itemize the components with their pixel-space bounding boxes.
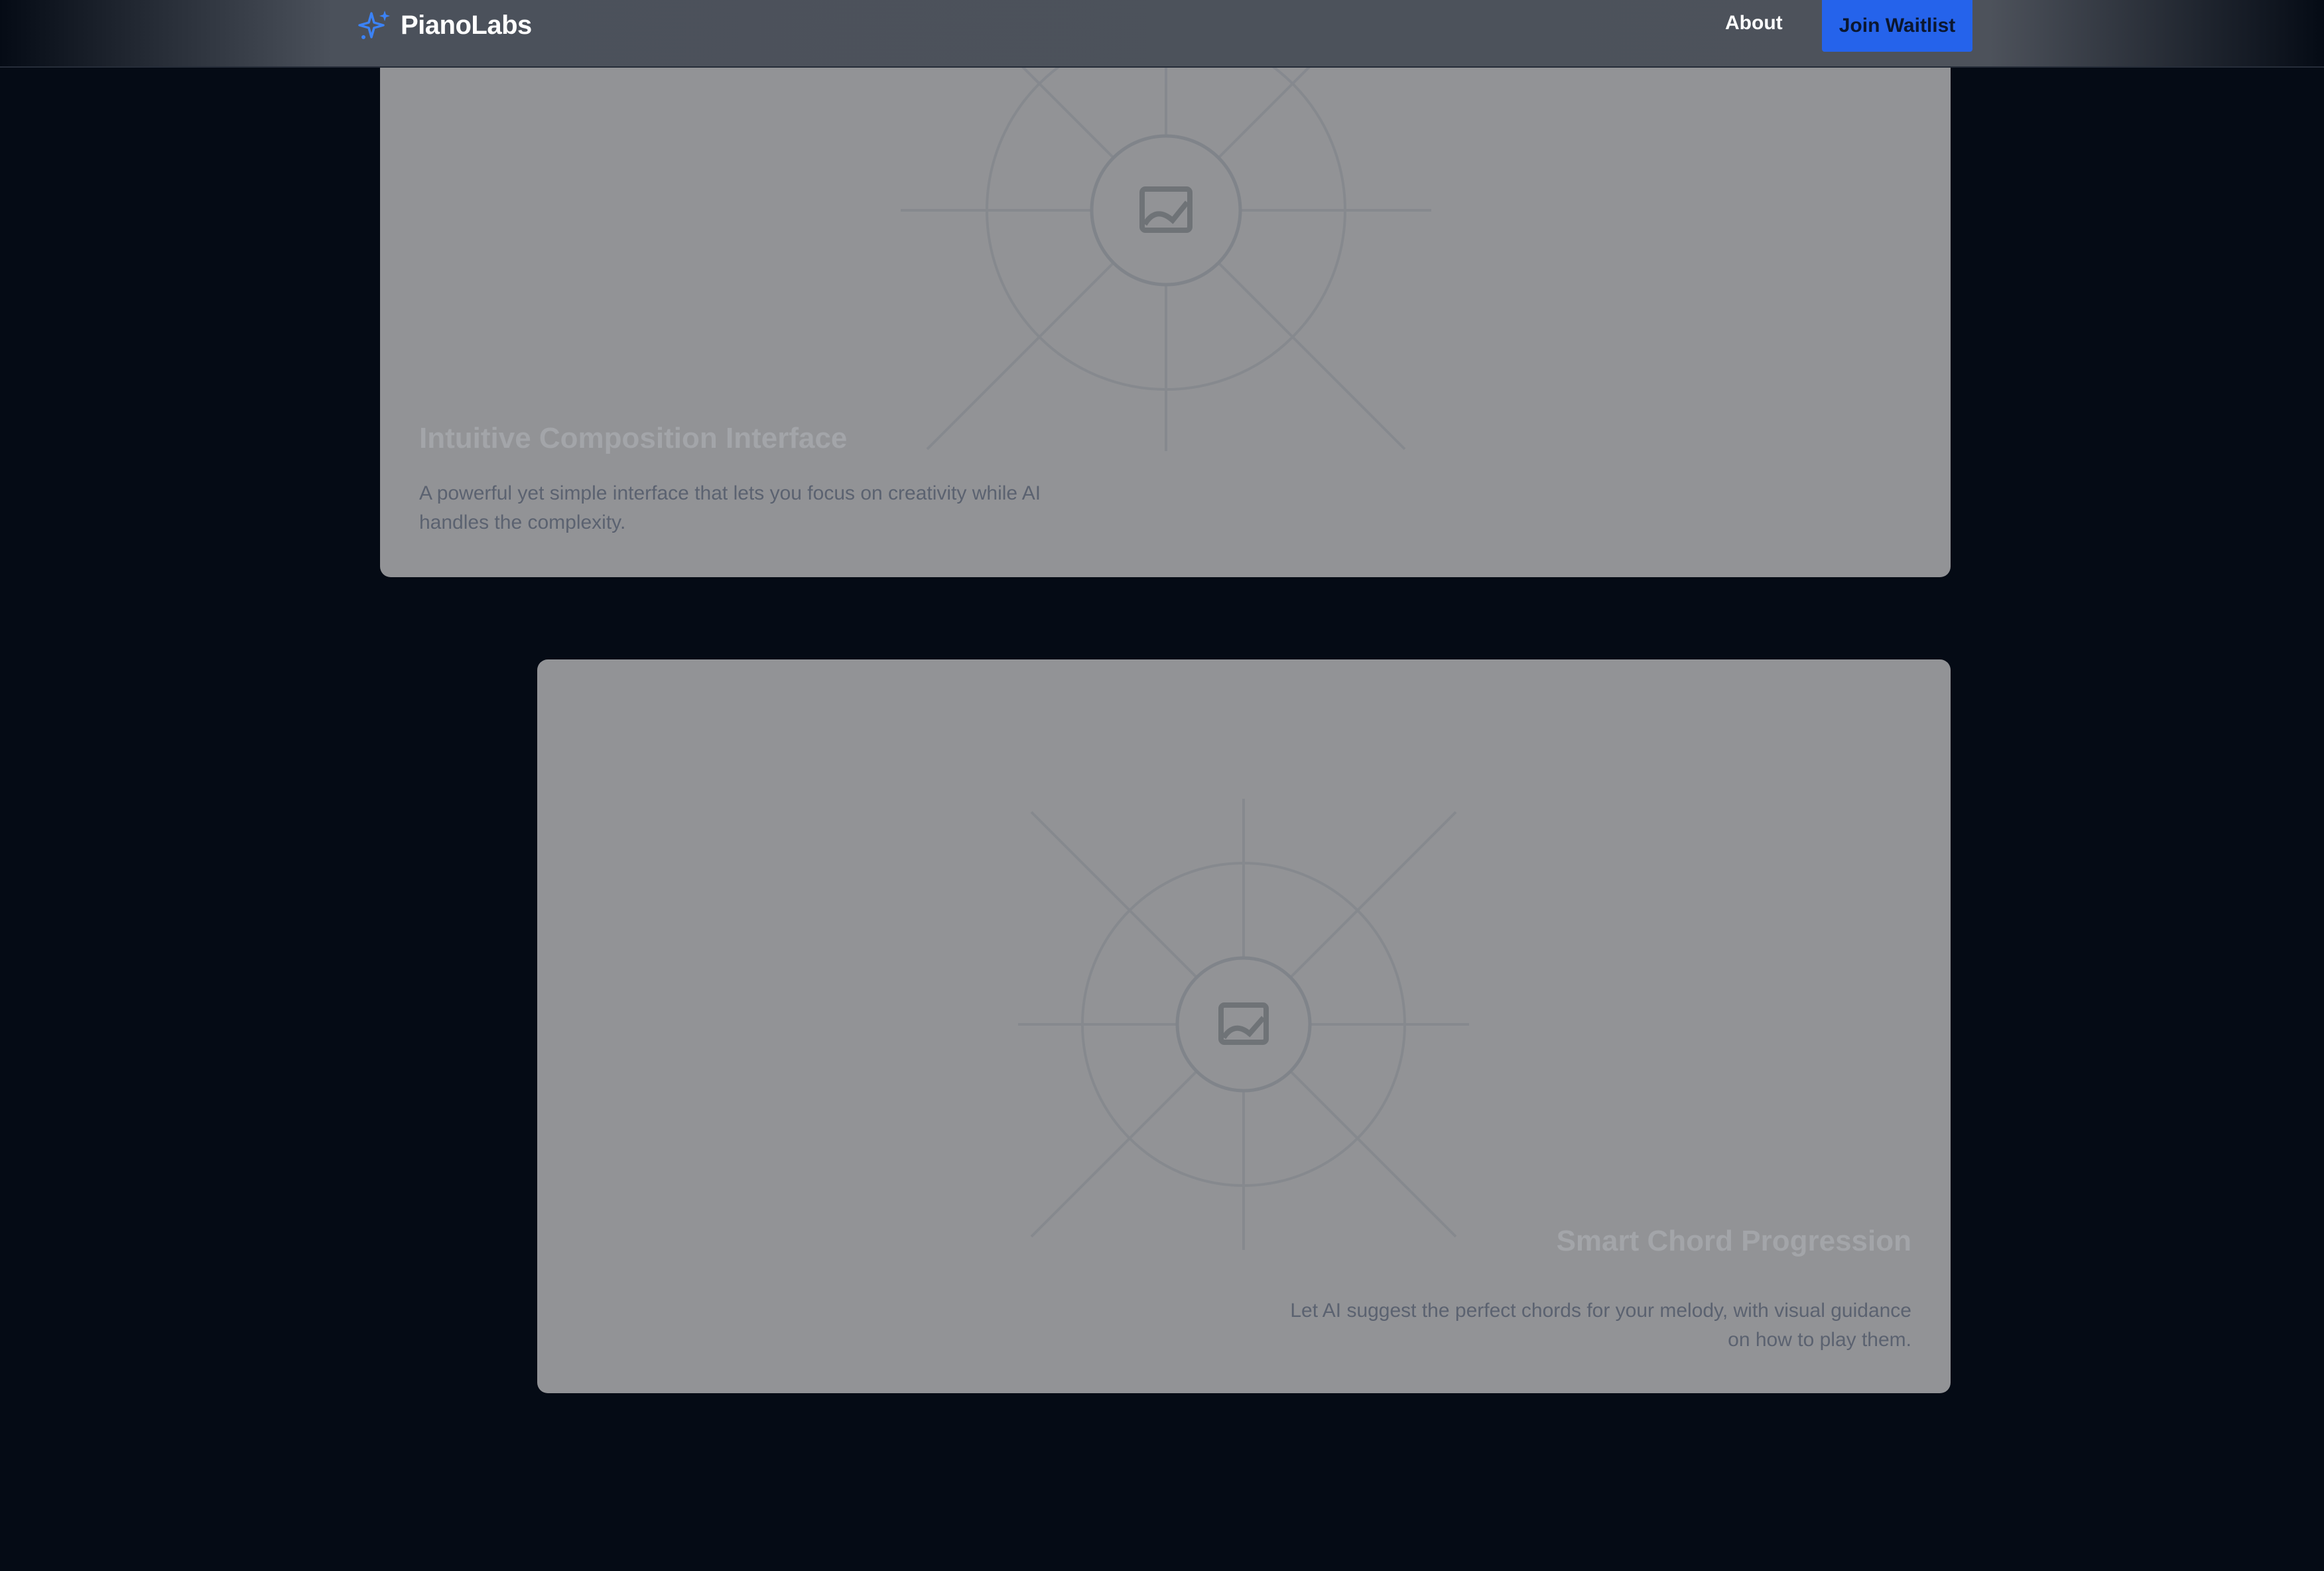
feature-card-composition: Intuitive Composition Interface A powerf… [380, 27, 1951, 577]
top-navbar: PianoLabs About Join Waitlist [0, 0, 2324, 68]
feature-image-placeholder [978, 759, 1509, 1290]
feature-title: Smart Chord Progression [1556, 1225, 1911, 1257]
brand-name: PianoLabs [401, 10, 532, 40]
join-waitlist-button[interactable]: Join Waitlist [1822, 0, 1972, 52]
feature-description: Let AI suggest the perfect chords for yo… [1290, 1300, 1911, 1351]
feature-image-placeholder [901, 27, 1431, 451]
navbar-container: PianoLabs About Join Waitlist [358, 0, 1972, 66]
feature-card-chord-progression: Smart Chord Progression Let AI suggest t… [537, 659, 1951, 1393]
nav-link-about[interactable]: About [1725, 12, 1783, 34]
brand-logo[interactable]: PianoLabs [358, 7, 532, 44]
feature-description: A powerful yet simple interface that let… [419, 482, 1041, 533]
sparkles-icon [358, 8, 393, 42]
feature-title: Intuitive Composition Interface [419, 422, 848, 454]
